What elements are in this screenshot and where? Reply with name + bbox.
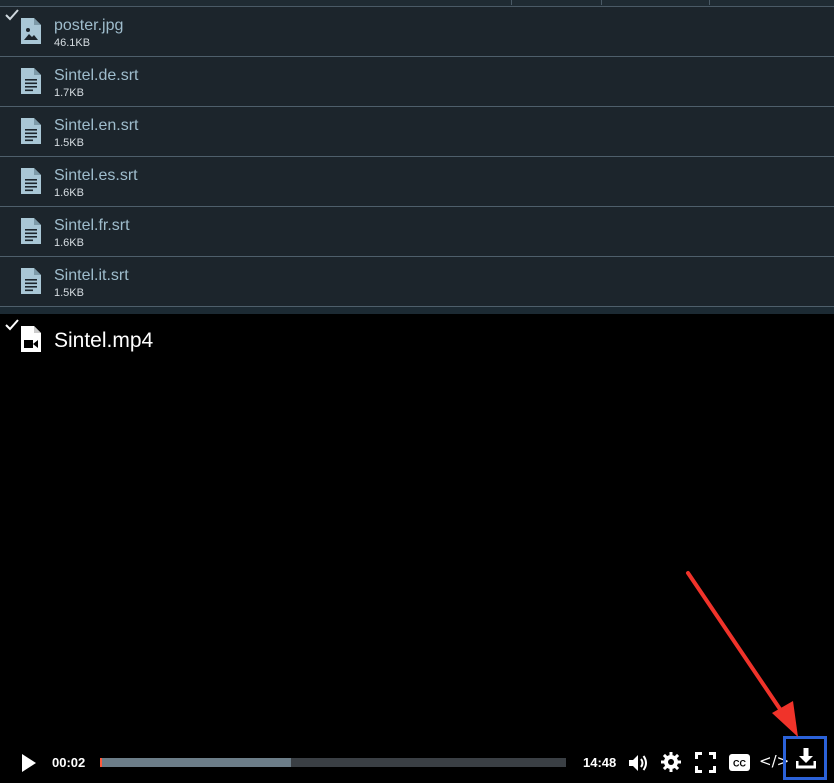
text-file-icon	[21, 218, 41, 244]
file-size: 1.5KB	[54, 137, 84, 149]
file-size: 1.5KB	[54, 287, 84, 299]
player-controls: 00:02 14:48 CC </>	[0, 735, 834, 783]
check-icon	[5, 319, 19, 331]
file-row-sintel-es[interactable]: Sintel.es.srt 1.6KB	[0, 157, 834, 207]
file-row-sintel-fr[interactable]: Sintel.fr.srt 1.6KB	[0, 207, 834, 257]
video-player[interactable]: Sintel.mp4	[0, 314, 834, 783]
duration: 14:48	[583, 755, 617, 770]
current-time: 00:02	[52, 755, 86, 770]
file-row-sintel-en[interactable]: Sintel.en.srt 1.5KB	[0, 107, 834, 157]
file-name[interactable]: Sintel.en.srt	[54, 117, 138, 135]
file-name[interactable]: Sintel.de.srt	[54, 67, 138, 85]
text-file-icon	[21, 168, 41, 194]
image-file-icon	[21, 18, 41, 44]
file-size: 1.6KB	[54, 187, 84, 199]
text-file-icon	[21, 118, 41, 144]
play-icon[interactable]	[18, 753, 38, 773]
seek-bar[interactable]	[100, 758, 566, 767]
file-list: poster.jpg 46.1KB Sintel.de.srt 1.7KB Si…	[0, 7, 834, 307]
file-size: 1.6KB	[54, 237, 84, 249]
text-file-icon	[21, 68, 41, 94]
top-tab[interactable]	[601, 0, 710, 5]
check-icon	[5, 9, 19, 21]
file-row-sintel-it[interactable]: Sintel.it.srt 1.5KB	[0, 257, 834, 307]
video-file-icon	[21, 326, 41, 352]
volume-icon[interactable]	[627, 752, 649, 774]
file-row-sintel-de[interactable]: Sintel.de.srt 1.7KB	[0, 57, 834, 107]
file-name[interactable]: poster.jpg	[54, 17, 123, 35]
text-file-icon	[21, 268, 41, 294]
file-name[interactable]: Sintel.it.srt	[54, 267, 129, 285]
video-title: Sintel.mp4	[54, 329, 154, 352]
file-size: 46.1KB	[54, 37, 91, 49]
gear-icon[interactable]	[661, 752, 681, 772]
top-tab[interactable]	[709, 0, 834, 5]
download-icon[interactable]	[796, 747, 816, 769]
cc-icon[interactable]: CC	[729, 754, 750, 771]
download-highlight-box	[783, 736, 827, 780]
buffered-fill	[100, 758, 291, 767]
file-row-poster[interactable]: poster.jpg 46.1KB	[0, 7, 834, 57]
played-fill	[100, 758, 102, 767]
svg-text:CC: CC	[733, 759, 746, 769]
fullscreen-icon[interactable]	[695, 752, 716, 773]
file-name[interactable]: Sintel.es.srt	[54, 167, 138, 185]
top-tab-strip	[0, 0, 834, 7]
top-tab[interactable]	[511, 0, 602, 5]
file-name[interactable]: Sintel.fr.srt	[54, 217, 130, 235]
file-size: 1.7KB	[54, 87, 84, 99]
